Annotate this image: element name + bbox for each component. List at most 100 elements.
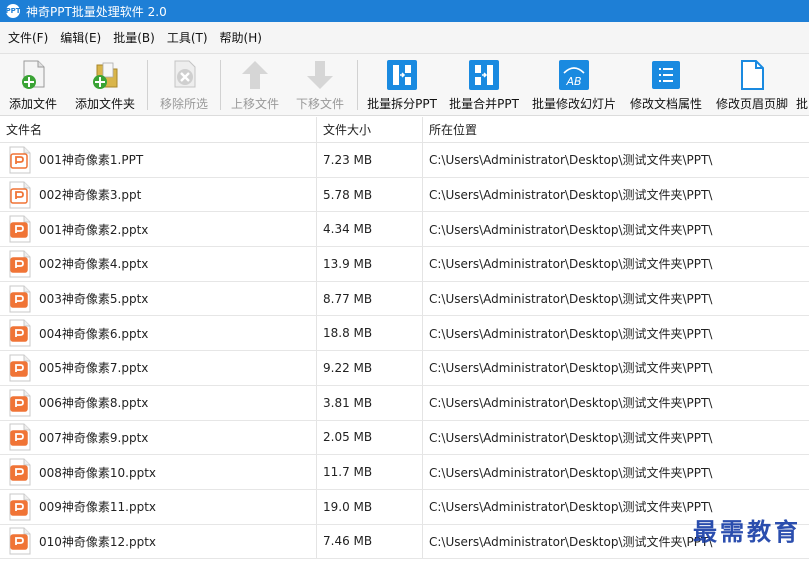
batch-merge-button[interactable]: 批量合并PPT — [443, 54, 525, 115]
ppt-file-icon — [9, 146, 31, 174]
pptx-file-icon — [9, 458, 31, 486]
file-name: 002神奇像素4.pptx — [39, 257, 149, 272]
file-list-header: 文件名 文件大小 所在位置 — [0, 117, 809, 143]
menu-help[interactable]: 帮助(H) — [216, 27, 266, 48]
file-name: 002神奇像素3.ppt — [39, 188, 142, 203]
remove-icon — [167, 58, 201, 92]
remove-selected-button[interactable]: 移除所选 — [151, 54, 217, 115]
file-row[interactable]: 007神奇像素9.pptx 2.05 MB C:\Users\Administrat… — [0, 420, 809, 456]
file-path: C:\Users\Administrator\Desktop\测试文件夹\PPT… — [422, 351, 809, 385]
column-header-size[interactable]: 文件大小 — [316, 117, 422, 142]
add-folder-label: 添加文件夹 — [74, 97, 135, 111]
file-name-cell: 004神奇像素6.pptx — [0, 316, 316, 350]
file-name-cell: 008神奇像素10.pptx — [0, 455, 316, 489]
file-size: 7.23 MB — [316, 143, 422, 177]
more-tools-button[interactable]: 批 — [795, 54, 809, 115]
move-up-label: 上移文件 — [230, 97, 279, 111]
batch-split-button[interactable]: 批量拆分PPT — [361, 54, 443, 115]
file-row[interactable]: 002神奇像素4.pptx 13.9 MB C:\Users\Administrat… — [0, 247, 809, 282]
file-row[interactable]: 002神奇像素3.ppt 5.78 MB C:\Users\Administrato… — [0, 177, 809, 213]
move-up-button[interactable]: 上移文件 — [224, 54, 286, 115]
file-path: C:\Users\Administrator\Desktop\测试文件夹\PPT… — [422, 143, 809, 177]
add-file-button[interactable]: 添加文件 — [0, 54, 66, 115]
pptx-file-icon — [9, 389, 31, 417]
file-row[interactable]: 005神奇像素7.pptx 9.22 MB C:\Users\Administrat… — [0, 351, 809, 386]
file-size: 19.0 MB — [316, 489, 422, 524]
move-down-button[interactable]: 下移文件 — [286, 54, 354, 115]
file-row[interactable]: 006神奇像素8.pptx 3.81 MB C:\Users\Administrat… — [0, 385, 809, 421]
toolbar-separator — [147, 60, 148, 110]
add-folder-icon — [88, 58, 122, 92]
file-name: 007神奇像素9.pptx — [39, 430, 149, 445]
batch-modify-slides-button[interactable]: AB 批量修改幻灯片 — [525, 54, 623, 115]
pptx-file-icon — [9, 250, 31, 278]
file-path: C:\Users\Administrator\Desktop\测试文件夹\PPT… — [422, 455, 809, 489]
arrow-down-icon — [303, 58, 337, 92]
file-size: 11.7 MB — [316, 455, 422, 489]
file-name-cell: 007神奇像素9.pptx — [0, 421, 316, 455]
file-name-cell: 001神奇像素2.pptx — [0, 212, 316, 246]
modify-doc-props-button[interactable]: 修改文档属性 — [623, 54, 709, 115]
file-path: C:\Users\Administrator\Desktop\测试文件夹\PPT… — [422, 281, 809, 316]
file-path: C:\Users\Administrator\Desktop\测试文件夹\PPT… — [422, 385, 809, 420]
add-folder-button[interactable]: 添加文件夹 — [66, 54, 144, 115]
file-name-cell: 002神奇像素4.pptx — [0, 247, 316, 281]
pptx-file-icon — [9, 354, 31, 382]
file-size: 13.9 MB — [316, 247, 422, 281]
file-name-cell: 001神奇像素1.PPT — [0, 143, 316, 177]
file-name: 006神奇像素8.pptx — [39, 396, 149, 411]
file-name: 010神奇像素12.pptx — [39, 534, 157, 549]
merge-icon — [467, 58, 501, 92]
column-header-path[interactable]: 所在位置 — [422, 117, 809, 142]
file-path: C:\Users\Administrator\Desktop\测试文件夹\PPT… — [422, 177, 809, 212]
menu-file[interactable]: 文件(F) — [4, 27, 52, 48]
pptx-file-icon — [9, 319, 31, 347]
file-name-cell: 010神奇像素12.pptx — [0, 525, 316, 559]
file-name-cell: 005神奇像素7.pptx — [0, 351, 316, 385]
more-tools-icon — [795, 58, 809, 92]
menu-tools[interactable]: 工具(T) — [163, 27, 212, 48]
file-row[interactable]: 008神奇像素10.pptx 11.7 MB C:\Users\Administra… — [0, 455, 809, 490]
menu-bar: 文件(F) 编辑(E) 批量(B) 工具(T) 帮助(H) — [0, 22, 809, 54]
file-path: C:\Users\Administrator\Desktop\测试文件夹\PPT… — [422, 420, 809, 455]
batch-merge-label: 批量合并PPT — [449, 97, 519, 111]
toolbar-separator — [220, 60, 221, 110]
file-size: 9.22 MB — [316, 351, 422, 385]
watermark: 最需教育 — [693, 517, 801, 546]
file-size: 2.05 MB — [316, 420, 422, 455]
file-name: 001神奇像素1.PPT — [39, 153, 144, 168]
doc-properties-icon — [649, 58, 683, 92]
remove-selected-label: 移除所选 — [159, 97, 208, 111]
file-name: 009神奇像素11.pptx — [39, 500, 157, 515]
file-name-cell: 009神奇像素11.pptx — [0, 490, 316, 524]
file-size: 18.8 MB — [316, 316, 422, 351]
modify-slides-icon: AB — [557, 58, 591, 92]
file-name: 001神奇像素2.pptx — [39, 222, 149, 237]
file-name: 003神奇像素5.pptx — [39, 292, 149, 307]
file-row[interactable]: 001神奇像素2.pptx 4.34 MB C:\Users\Administrat… — [0, 212, 809, 248]
column-header-name[interactable]: 文件名 — [0, 117, 316, 142]
window-title: 神奇PPT批量处理软件 2.0 — [26, 4, 167, 19]
file-size: 5.78 MB — [316, 177, 422, 212]
more-tools-label: 批 — [795, 97, 808, 111]
file-name-cell: 003神奇像素5.pptx — [0, 282, 316, 316]
file-row[interactable]: 003神奇像素5.pptx 8.77 MB C:\Users\Administrat… — [0, 281, 809, 317]
pptx-file-icon — [9, 215, 31, 243]
file-name-cell: 002神奇像素3.ppt — [0, 178, 316, 212]
file-path: C:\Users\Administrator\Desktop\测试文件夹\PPT… — [422, 212, 809, 247]
toolbar: 添加文件 添加文件夹 移除所选 上移文件 下移文件 批量拆分PPT 批量合并PP… — [0, 54, 809, 116]
modify-header-footer-button[interactable]: 修改页眉页脚 — [709, 54, 795, 115]
menu-edit[interactable]: 编辑(E) — [56, 27, 105, 48]
file-row[interactable]: 001神奇像素1.PPT 7.23 MB C:\Users\Administrato… — [0, 143, 809, 178]
pptx-file-icon — [9, 285, 31, 313]
menu-batch[interactable]: 批量(B) — [109, 27, 159, 48]
pptx-file-icon — [9, 423, 31, 451]
file-row[interactable]: 010神奇像素12.pptx 7.46 MB C:\Users\Administra… — [0, 524, 809, 560]
file-name: 008神奇像素10.pptx — [39, 465, 157, 480]
file-row[interactable]: 009神奇像素11.pptx 19.0 MB C:\Users\Administra… — [0, 489, 809, 525]
move-down-label: 下移文件 — [295, 97, 344, 111]
arrow-up-icon — [238, 58, 272, 92]
batch-split-label: 批量拆分PPT — [367, 97, 437, 111]
file-row[interactable]: 004神奇像素6.pptx 18.8 MB C:\Users\Administrat… — [0, 316, 809, 352]
pptx-file-icon — [9, 493, 31, 521]
